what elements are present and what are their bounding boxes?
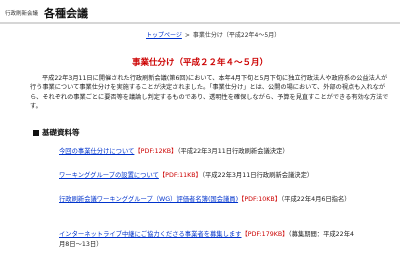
document-note: （平成22年3月11日行政刷新会議決定） xyxy=(177,148,289,155)
header-divider xyxy=(0,22,400,24)
black-square-icon xyxy=(33,129,39,136)
list-item: 今回の事業仕分けについて【PDF:12KB】（平成22年3月11日行政刷新会議決… xyxy=(59,147,359,157)
breadcrumb: トップページ > 事業仕分け（平成22年4〜5月） xyxy=(146,30,280,39)
document-link[interactable]: インターネットライブ中継にご協力くださる事業者を募集します xyxy=(59,231,241,238)
pdf-size-label: 【PDF:11KB】 xyxy=(158,172,202,179)
section-heading-label: 基礎資料等 xyxy=(42,128,80,137)
breadcrumb-current: 事業仕分け（平成22年4〜5月） xyxy=(192,32,281,39)
list-item: ワーキンググループの設置について【PDF:11KB】（平成22年3月11日行政刷… xyxy=(59,171,359,181)
pdf-size-label: 【PDF:179KB】 xyxy=(241,231,289,238)
document-note: （平成22年4月6日指名） xyxy=(281,196,351,203)
intro-paragraph: 平成22年3月11日に開催された行政刷新会議(第6回)において、本年4月下旬と5… xyxy=(30,75,389,110)
header-org-label: 行政刷新会議 xyxy=(5,11,39,17)
document-note: （平成22年3月11日行政刷新会議決定） xyxy=(201,172,314,179)
document-link[interactable]: ワーキンググループの設置について xyxy=(59,172,159,179)
section-heading: 基礎資料等 xyxy=(33,127,80,138)
page-title: 事業仕分け（平成２２年４〜５月） xyxy=(131,58,268,68)
breadcrumb-top-link[interactable]: トップページ xyxy=(146,32,182,39)
pdf-size-label: 【PDF:12KB】 xyxy=(134,148,178,155)
list-item: インターネットライブ中継にご協力くださる事業者を募集します【PDF:179KB】… xyxy=(59,230,359,249)
pdf-size-label: 【PDF:10KB】 xyxy=(238,196,282,203)
list-item: 行政刷新会議ワーキンググループ（WG）評価者名簿(国会議員)【PDF:10KB】… xyxy=(59,195,359,205)
document-link[interactable]: 行政刷新会議ワーキンググループ（WG）評価者名簿(国会議員) xyxy=(59,196,238,203)
page-header-title: 各種会議 xyxy=(44,7,88,20)
breadcrumb-separator: > xyxy=(184,32,190,39)
document-link[interactable]: 今回の事業仕分けについて xyxy=(59,148,134,155)
